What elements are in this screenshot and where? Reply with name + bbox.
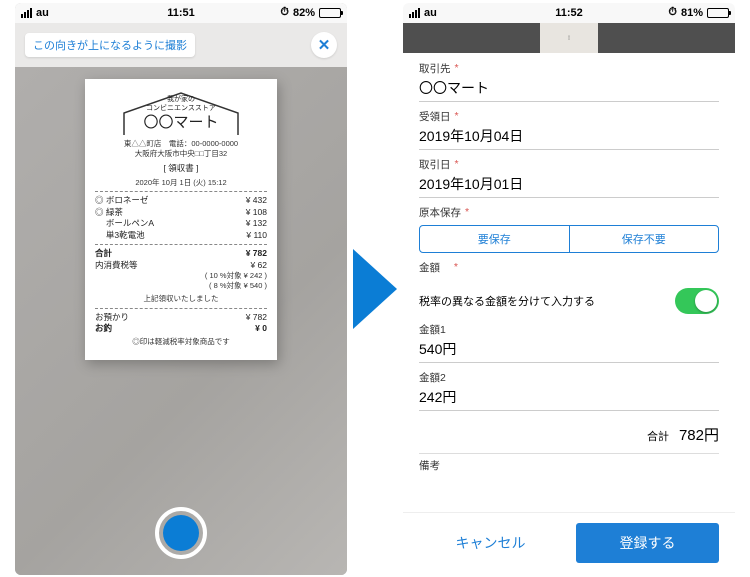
battery-pct: 81% — [681, 7, 703, 19]
storage-segmented-control: 要保存 保存不要 — [419, 225, 719, 253]
seg-discard[interactable]: 保存不要 — [569, 226, 719, 252]
phone-form-screen: au 11:52 ⏱ 81% ▯ 取引先* 〇〇マート 受領日* 2019年10… — [403, 3, 735, 575]
orientation-hint: この向きが上になるように撮影 — [25, 33, 195, 57]
total-label: 合計 — [647, 428, 669, 444]
shutter-button[interactable] — [155, 507, 207, 559]
receipt-thumbnail[interactable]: ▯ — [540, 23, 598, 53]
carrier-label: au — [36, 7, 49, 19]
split-tax-label: 税率の異なる金額を分けて入力する — [419, 293, 595, 309]
battery-icon — [319, 8, 341, 18]
status-bar: au 11:51 ⏱ 82% — [15, 3, 347, 23]
cancel-button[interactable]: キャンセル — [419, 523, 562, 563]
amount1-field: 金額1 540円 — [419, 322, 719, 363]
shutter-icon — [163, 515, 199, 551]
original-storage-field: 原本保存* 要保存 保存不要 — [419, 205, 719, 253]
amount1-input[interactable]: 540円 — [419, 337, 719, 363]
signal-icon — [21, 8, 32, 18]
receipt-preview: 我が家の コンビニエンスストア 〇〇マート 東△△町店 電話：00-0000-0… — [85, 79, 277, 360]
amount2-input[interactable]: 242円 — [419, 385, 719, 411]
phone-camera-screen: au 11:51 ⏱ 82% この向きが上になるように撮影 ✕ — [15, 3, 347, 575]
close-icon: ✕ — [318, 36, 331, 54]
seg-keep[interactable]: 要保存 — [420, 226, 569, 252]
carrier-label: au — [424, 7, 437, 19]
received-date-input[interactable]: 2019年10月04日 — [419, 124, 719, 150]
camera-viewport: 我が家の コンビニエンスストア 〇〇マート 東△△町店 電話：00-0000-0… — [15, 67, 347, 575]
clock: 11:51 — [167, 7, 195, 19]
thumbnail-strip[interactable]: ▯ — [403, 23, 735, 53]
alarm-icon: ⏱ — [280, 6, 289, 19]
vendor-field: 取引先* 〇〇マート — [419, 61, 719, 102]
amount-field: 金額 * — [419, 260, 719, 275]
received-date-field: 受領日* 2019年10月04日 — [419, 109, 719, 150]
vendor-input[interactable]: 〇〇マート — [419, 76, 719, 102]
arrow-right-icon — [353, 249, 397, 329]
split-tax-toggle[interactable] — [675, 288, 719, 314]
alarm-icon: ⏱ — [668, 6, 677, 19]
transaction-date-input[interactable]: 2019年10月01日 — [419, 172, 719, 198]
status-bar: au 11:52 ⏱ 81% — [403, 3, 735, 23]
camera-topbar: この向きが上になるように撮影 ✕ — [15, 23, 347, 67]
battery-pct: 82% — [293, 7, 315, 19]
close-button[interactable]: ✕ — [311, 32, 337, 58]
submit-button[interactable]: 登録する — [576, 523, 719, 563]
battery-icon — [707, 8, 729, 18]
signal-icon — [409, 8, 420, 18]
amount2-field: 金額2 242円 — [419, 370, 719, 411]
clock: 11:52 — [555, 7, 583, 19]
memo-field: 備考 — [419, 458, 719, 473]
transaction-date-field: 取引日* 2019年10月01日 — [419, 157, 719, 198]
total-amount: 782円 — [679, 424, 719, 445]
